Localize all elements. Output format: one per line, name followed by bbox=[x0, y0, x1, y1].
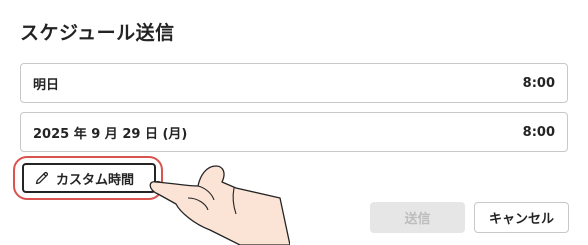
custom-time-label: カスタム時間 bbox=[56, 172, 135, 188]
dialog-title: スケジュール送信 bbox=[20, 22, 175, 44]
custom-time-button[interactable]: カスタム時間 bbox=[22, 163, 156, 193]
option-label: 明日 bbox=[33, 77, 60, 93]
option-date[interactable]: 2025 年 9 月 29 日 (月) 8:00 bbox=[20, 112, 568, 152]
send-button[interactable]: 送信 bbox=[370, 202, 465, 233]
cancel-button[interactable]: キャンセル bbox=[474, 202, 569, 233]
option-time: 8:00 bbox=[522, 75, 555, 91]
option-time: 8:00 bbox=[522, 124, 555, 140]
option-label: 2025 年 9 月 29 日 (月) bbox=[33, 126, 188, 142]
option-tomorrow[interactable]: 明日 8:00 bbox=[20, 63, 568, 103]
hand-pointer-icon bbox=[149, 165, 290, 245]
pencil-icon bbox=[34, 170, 50, 186]
